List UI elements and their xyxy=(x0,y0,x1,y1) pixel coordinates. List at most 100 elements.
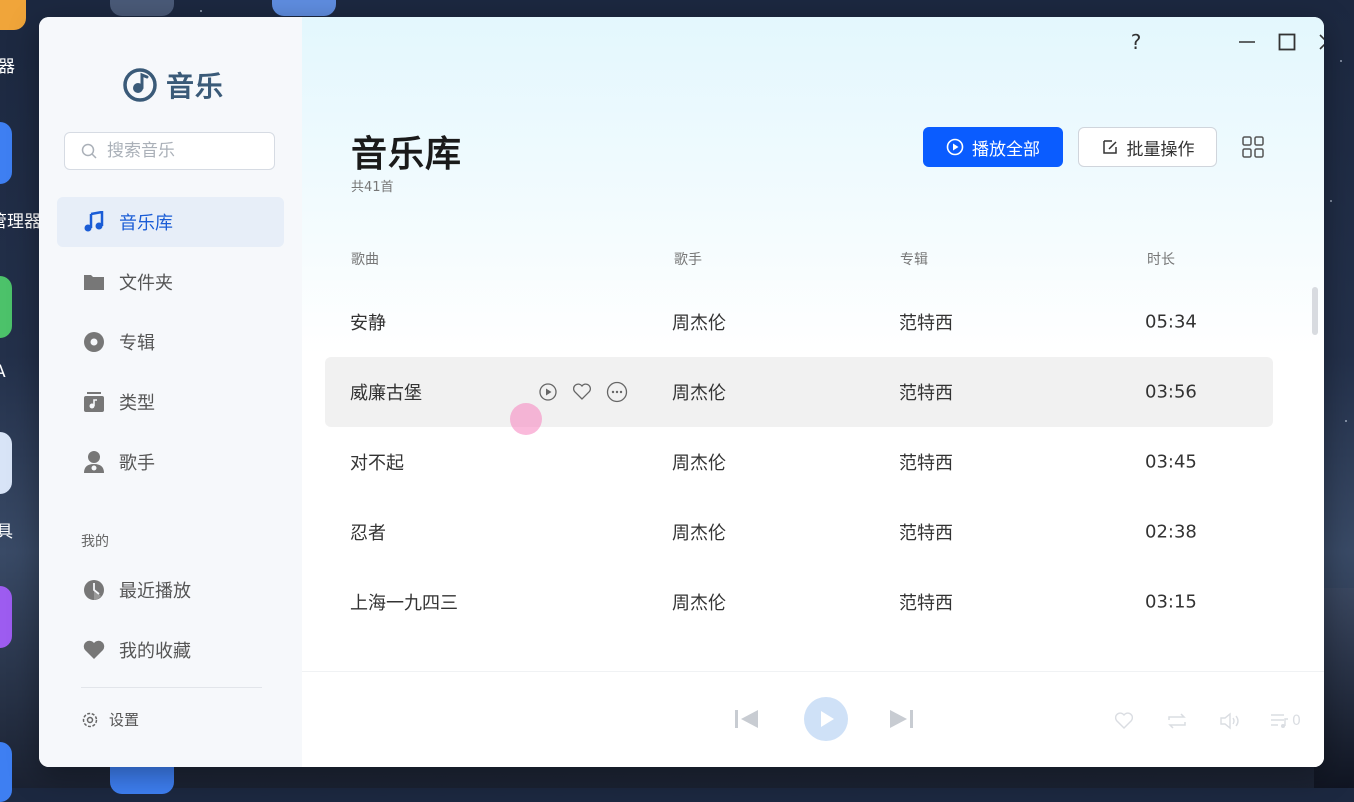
song-artist[interactable]: 周杰伦 xyxy=(672,379,726,405)
player-bar: 0 xyxy=(302,671,1324,767)
sidebar-item-label: 文件夹 xyxy=(119,273,173,294)
close-icon xyxy=(1319,34,1324,50)
song-artist[interactable]: 周杰伦 xyxy=(672,449,726,475)
minimize-button[interactable] xyxy=(1235,30,1259,54)
sidebar-item-folder[interactable]: 文件夹 xyxy=(57,257,284,307)
main-panel: ? 音乐库 共41首 播放全部 批量操作 歌曲 歌手 专辑 时长 安静 周杰伦 … xyxy=(302,17,1324,767)
playlist-icon xyxy=(1271,714,1288,728)
song-duration: 02:38 xyxy=(1145,521,1197,543)
music-logo-icon xyxy=(123,68,157,102)
singer-icon xyxy=(84,451,104,473)
next-track-button[interactable] xyxy=(888,708,914,730)
search-box[interactable] xyxy=(64,132,275,170)
table-row[interactable]: 忍者 周杰伦 范特西 02:38 xyxy=(325,497,1273,567)
song-album[interactable]: 范特西 xyxy=(899,449,953,475)
settings-label: 设置 xyxy=(109,711,140,729)
desktop-app-icon[interactable] xyxy=(0,122,12,184)
scrollbar[interactable] xyxy=(1312,287,1318,335)
skip-next-icon xyxy=(890,710,913,728)
sidebar-item-label: 歌手 xyxy=(119,453,155,474)
table-row[interactable]: 对不起 周杰伦 范特西 03:45 xyxy=(325,427,1273,497)
sidebar-item-favorites[interactable]: 我的收藏 xyxy=(57,625,284,675)
sidebar-item-genre[interactable]: 类型 xyxy=(57,377,284,427)
desktop-app-icon[interactable] xyxy=(0,586,12,648)
desktop-app-icon[interactable] xyxy=(0,0,26,30)
settings-button[interactable]: 设置 xyxy=(81,709,139,730)
heart-outline-icon xyxy=(1114,712,1134,729)
music-app-window: 音乐 音乐库 文件夹 xyxy=(39,17,1324,767)
grid-view-icon xyxy=(1242,136,1264,158)
play-pause-button[interactable] xyxy=(804,697,848,741)
song-album[interactable]: 范特西 xyxy=(899,519,953,545)
song-album[interactable]: 范特西 xyxy=(899,309,953,335)
row-actions xyxy=(538,381,628,403)
song-title: 安静 xyxy=(350,313,386,334)
column-header-album[interactable]: 专辑 xyxy=(900,249,928,269)
playlist-queue-button[interactable]: 0 xyxy=(1270,712,1301,730)
sidebar-item-label: 专辑 xyxy=(119,333,155,354)
batch-operation-button[interactable]: 批量操作 xyxy=(1078,127,1217,167)
sidebar-divider xyxy=(81,687,262,688)
folder-icon xyxy=(84,275,104,290)
table-row[interactable]: 安静 周杰伦 范特西 05:34 xyxy=(325,287,1273,357)
song-title: 忍者 xyxy=(350,523,386,544)
column-header-duration[interactable]: 时长 xyxy=(1147,249,1175,269)
app-logo: 音乐 xyxy=(122,65,224,105)
desktop-label: 管理器 xyxy=(0,212,41,232)
column-header-artist[interactable]: 歌手 xyxy=(674,249,702,269)
search-icon xyxy=(81,143,97,159)
column-header-song[interactable]: 歌曲 xyxy=(351,249,379,269)
sidebar: 音乐 音乐库 文件夹 xyxy=(39,17,302,767)
view-toggle-button[interactable] xyxy=(1242,136,1264,162)
desktop-app-icon[interactable] xyxy=(0,432,12,494)
desktop-label: 具 xyxy=(0,522,13,542)
sidebar-item-recent[interactable]: 最近播放 xyxy=(57,565,284,615)
play-icon xyxy=(821,711,834,727)
minimize-icon xyxy=(1239,41,1255,43)
table-row[interactable]: 威廉古堡 周杰伦 范特西 03:56 xyxy=(325,357,1273,427)
sidebar-item-music-library[interactable]: 音乐库 xyxy=(57,197,284,247)
song-duration: 03:56 xyxy=(1145,381,1197,403)
desktop-app-icon[interactable] xyxy=(110,0,174,16)
search-input[interactable] xyxy=(105,140,259,162)
song-artist[interactable]: 周杰伦 xyxy=(672,589,726,615)
desktop-app-icon[interactable] xyxy=(0,276,12,338)
song-album[interactable]: 范特西 xyxy=(899,379,953,405)
album-disc-icon xyxy=(84,332,104,352)
help-button[interactable]: ? xyxy=(1124,30,1148,54)
sidebar-item-label: 类型 xyxy=(119,393,155,414)
song-duration: 03:15 xyxy=(1145,591,1197,613)
desktop-app-icon[interactable] xyxy=(0,742,12,802)
sidebar-item-album[interactable]: 专辑 xyxy=(57,317,284,367)
edit-icon xyxy=(1102,140,1117,154)
desktop-app-icon[interactable] xyxy=(272,0,336,16)
previous-track-button[interactable] xyxy=(734,708,760,730)
favorite-button[interactable] xyxy=(1114,712,1134,730)
sidebar-item-label: 我的收藏 xyxy=(119,641,191,662)
sidebar-item-singer[interactable]: 歌手 xyxy=(57,437,284,487)
sidebar-item-label: 最近播放 xyxy=(119,581,191,602)
section-title-mine: 我的 xyxy=(81,534,109,550)
play-circle-icon[interactable] xyxy=(538,382,558,402)
play-circle-icon xyxy=(946,138,964,156)
volume-button[interactable] xyxy=(1219,712,1241,730)
maximize-button[interactable] xyxy=(1275,30,1299,54)
close-button[interactable] xyxy=(1315,30,1324,54)
song-album[interactable]: 范特西 xyxy=(899,589,953,615)
song-duration: 03:45 xyxy=(1145,451,1197,473)
gear-icon xyxy=(82,712,98,727)
heart-icon xyxy=(83,640,105,659)
repeat-mode-button[interactable] xyxy=(1166,712,1188,730)
heart-outline-icon[interactable] xyxy=(572,382,592,402)
more-options-icon[interactable] xyxy=(606,381,628,403)
song-artist[interactable]: 周杰伦 xyxy=(672,519,726,545)
maximize-icon xyxy=(1278,33,1296,51)
table-row[interactable]: 上海一九四三 周杰伦 范特西 03:15 xyxy=(325,567,1273,637)
play-all-label: 播放全部 xyxy=(972,139,1040,160)
play-all-button[interactable]: 播放全部 xyxy=(923,127,1063,167)
song-artist[interactable]: 周杰伦 xyxy=(672,309,726,335)
song-duration: 05:34 xyxy=(1145,311,1197,333)
desktop-label: A xyxy=(0,362,6,382)
song-title: 对不起 xyxy=(350,453,404,474)
clock-icon xyxy=(84,580,104,600)
